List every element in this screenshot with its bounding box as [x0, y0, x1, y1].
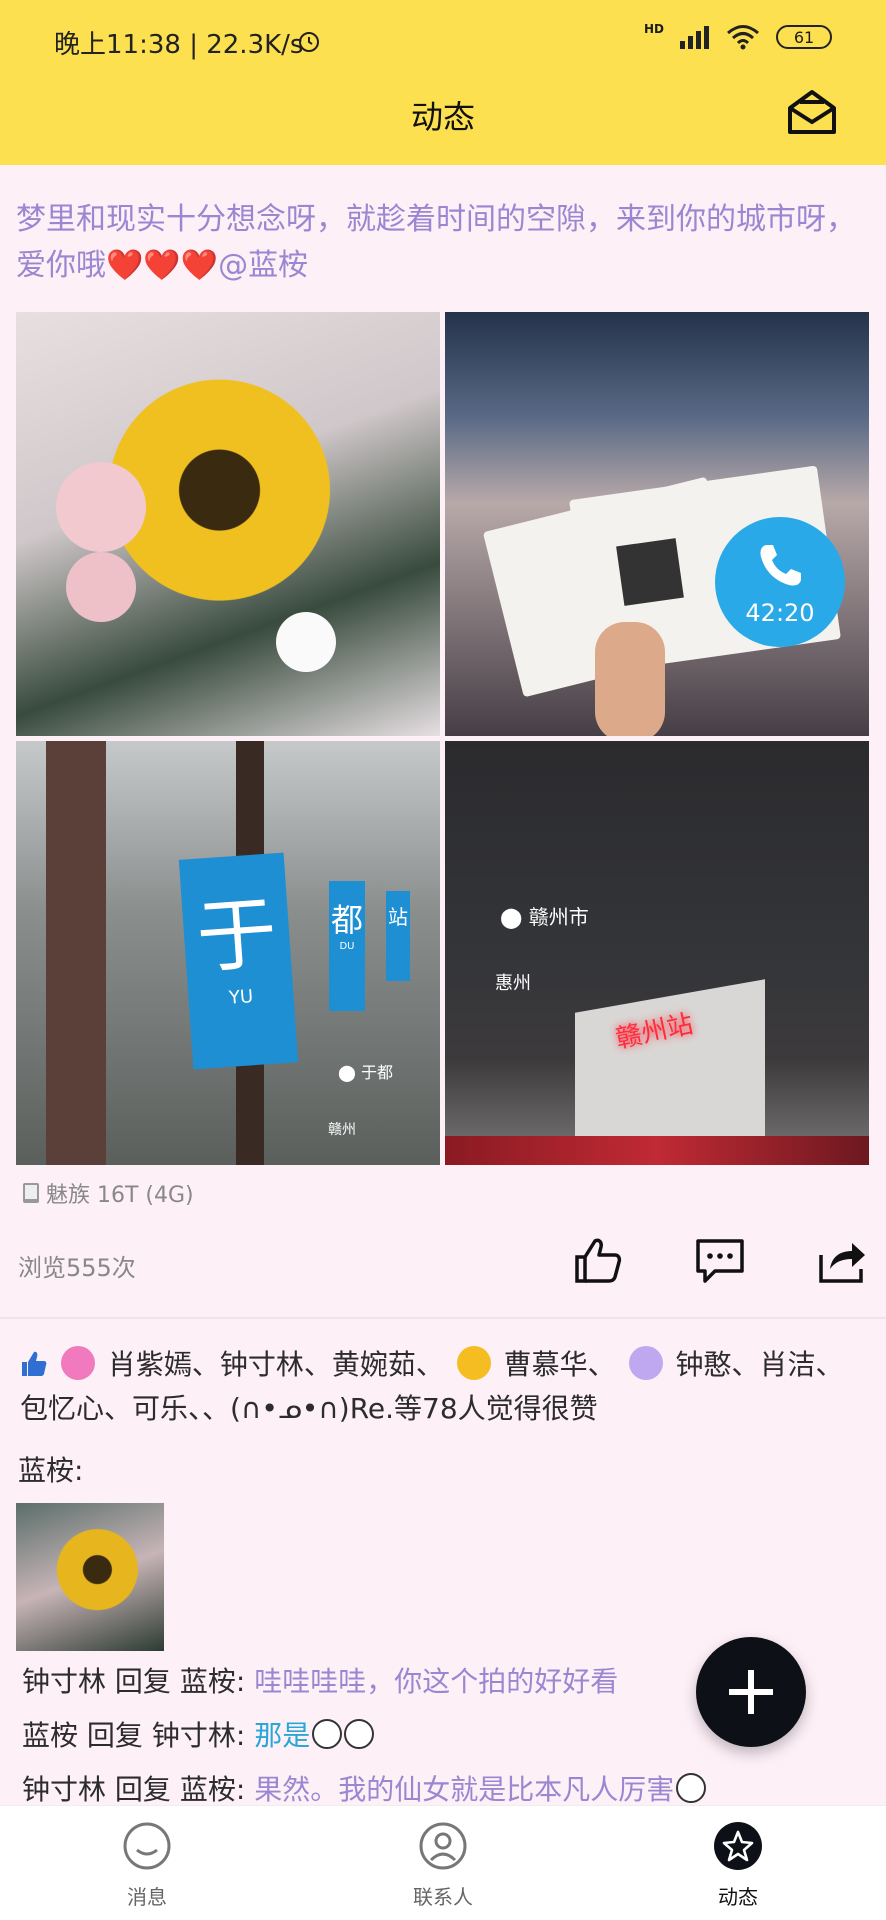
- pillar: [46, 741, 106, 1165]
- bottom-nav: 消息 联系人 动态: [0, 1805, 886, 1920]
- signal-label: HD: [643, 22, 664, 36]
- comment-image[interactable]: [16, 1503, 164, 1651]
- avatar[interactable]: [60, 1346, 95, 1380]
- nav-item-messages[interactable]: 消息: [77, 1820, 217, 1910]
- phone-icon: [760, 545, 801, 586]
- post-photo-yudu-station[interactable]: 于 YU 都 DU 站 ⬤ 于都 赣州: [16, 741, 440, 1165]
- divider: [0, 1317, 886, 1319]
- grin-emoji-icon: [312, 1719, 343, 1749]
- sign-sub: DU: [339, 941, 355, 952]
- alarm-icon: [299, 32, 319, 52]
- likes-names-2[interactable]: 曹慕华、: [504, 1348, 616, 1381]
- location-label-2: 赣州: [328, 1122, 356, 1138]
- likes-names-3[interactable]: 钟憨、肖洁、: [675, 1348, 843, 1381]
- location-label: ⬤ 赣州市: [500, 901, 589, 930]
- location-text: 于都: [361, 1063, 394, 1082]
- likes-list: 肖紫嫣、钟寸林、黄婉茹、 曹慕华、 钟憨、肖洁、 包忆心、可乐、、(∩•ᓄ•∩)…: [20, 1343, 870, 1431]
- reply-user[interactable]: 蓝桉: [22, 1719, 78, 1752]
- colon: :: [235, 1719, 255, 1752]
- reply-user[interactable]: 钟寸林: [22, 1773, 106, 1805]
- device-name: 魅族 16T (4G): [46, 1183, 194, 1208]
- reply-message: 果然。我的仙女就是比本凡人厉害: [254, 1773, 675, 1805]
- wifi-icon: [727, 25, 759, 50]
- station-sign-zhan: 站: [386, 891, 410, 981]
- likes-summary[interactable]: 包忆心、可乐、、(∩•ᓄ•∩)Re.等78人觉得很赞: [20, 1392, 598, 1425]
- feed-content[interactable]: 梦里和现实十分想念呀，就趁着时间的空隙，来到你的城市呀，爱你哦❤️❤️❤️@蓝桉…: [0, 165, 886, 1805]
- status-time: 晚上11:38 | 22.3K/s: [54, 30, 304, 60]
- comment-icon[interactable]: [695, 1235, 745, 1285]
- floating-call-bubble[interactable]: 42:20: [715, 517, 845, 647]
- reply-message: 那是: [254, 1719, 311, 1752]
- comment-reply[interactable]: 钟寸林 回复 蓝桉: 果然。我的仙女就是比本凡人厉害: [22, 1768, 707, 1805]
- reply-verb: 回复: [106, 1665, 180, 1698]
- share-icon[interactable]: [818, 1235, 868, 1285]
- sign-char: 站: [388, 905, 408, 929]
- phone-device-icon: [23, 1183, 39, 1203]
- finger: [595, 622, 665, 736]
- nav-label: 消息: [127, 1885, 167, 1909]
- battery-icon: 61: [776, 25, 832, 49]
- page-title: 动态: [410, 98, 475, 136]
- likes-names-1[interactable]: 肖紫嫣、钟寸林、黄婉茹、: [108, 1348, 444, 1381]
- reply-message: 哇哇哇哇，你这个拍的好好看: [254, 1665, 619, 1698]
- status-icons: HD 61: [643, 22, 832, 50]
- reply-verb: 回复: [106, 1773, 180, 1805]
- avatar[interactable]: [456, 1346, 491, 1380]
- device-info: 魅族 16T (4G): [22, 1177, 194, 1209]
- comment-reply[interactable]: 钟寸林 回复 蓝桉: 哇哇哇哇，你这个拍的好好看: [22, 1660, 618, 1700]
- nav-item-contacts[interactable]: 联系人: [373, 1820, 513, 1910]
- signal-icon: [680, 26, 709, 49]
- add-post-button[interactable]: [696, 1637, 806, 1747]
- location-label: ⬤ 于都: [338, 1059, 393, 1083]
- qr-code: [616, 538, 684, 606]
- thumbs-up-icon: [22, 1351, 47, 1376]
- location-label-2: 惠州: [495, 973, 531, 994]
- colon: :: [235, 1773, 255, 1805]
- reply-verb: 回复: [78, 1719, 152, 1752]
- station-sign-yu: 于 YU: [178, 852, 299, 1070]
- post-mention[interactable]: @蓝桉: [218, 248, 308, 283]
- colon: :: [235, 1665, 255, 1698]
- top-bar: 晚上11:38 | 22.3K/s HD 61 动态: [0, 0, 886, 165]
- reply-target[interactable]: 蓝桉: [180, 1773, 236, 1805]
- neon-glow: [445, 1136, 869, 1165]
- sign-char: 于: [193, 886, 280, 985]
- station-sign-du: 都 DU: [329, 881, 365, 1011]
- post-hearts: ❤️❤️❤️: [106, 248, 219, 283]
- battery-level: 61: [793, 27, 815, 47]
- contacts-icon: [419, 1822, 467, 1870]
- like-icon[interactable]: [573, 1235, 623, 1285]
- location-pin-icon: ⬤: [500, 905, 523, 929]
- star-icon: [714, 1822, 762, 1870]
- post-photo-tickets[interactable]: 42:20: [445, 312, 869, 736]
- comment-reply[interactable]: 蓝桉 回复 钟寸林: 那是: [22, 1714, 375, 1754]
- post-photo-ganzhou-station[interactable]: ⬤ 赣州市 惠州 赣州站: [445, 741, 869, 1165]
- comment-author[interactable]: 蓝桉:: [18, 1449, 83, 1489]
- location-text: 赣州市: [528, 905, 589, 929]
- message-icon: [123, 1822, 171, 1870]
- view-count: 浏览555次: [18, 1254, 136, 1282]
- nav-label: 动态: [718, 1885, 758, 1909]
- reply-target[interactable]: 蓝桉: [180, 1665, 236, 1698]
- post-text: 梦里和现实十分想念呀，就趁着时间的空隙，来到你的城市呀，爱你哦❤️❤️❤️@蓝桉: [16, 197, 866, 289]
- mailbox-icon[interactable]: [786, 88, 838, 136]
- call-duration: 42:20: [745, 599, 815, 627]
- nav-item-moments[interactable]: 动态: [668, 1820, 808, 1910]
- avatar[interactable]: [628, 1346, 663, 1380]
- sign-char: 都: [330, 901, 363, 939]
- post-photo-bouquet[interactable]: [16, 312, 440, 736]
- reply-user[interactable]: 钟寸林: [22, 1665, 106, 1698]
- location-pin-icon: ⬤: [338, 1063, 356, 1082]
- reply-target[interactable]: 钟寸林: [152, 1719, 236, 1752]
- nav-label: 联系人: [413, 1885, 473, 1909]
- grin-emoji-icon: [344, 1719, 375, 1749]
- grin-emoji-icon: [676, 1773, 707, 1803]
